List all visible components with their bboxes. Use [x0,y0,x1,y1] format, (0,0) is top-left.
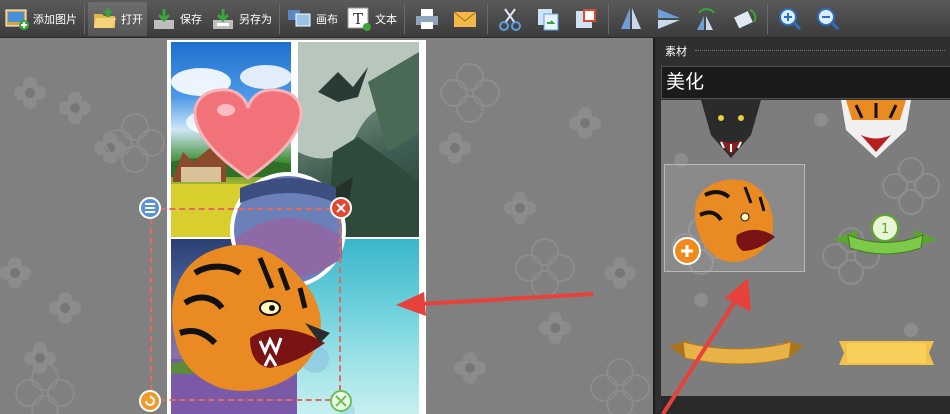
rotate-right-icon [734,8,757,28]
canvas-button[interactable]: 画布 [283,2,342,36]
save-as-icon [213,8,233,29]
save-icon [154,8,174,29]
mail-button[interactable] [446,2,484,36]
print-button[interactable] [408,2,446,36]
zoom-out-icon [817,7,840,30]
materials-panel: 素材 美化 1 [653,38,950,414]
canvas-icon [288,9,311,26]
mail-icon [453,11,477,27]
delete-handle[interactable] [330,197,352,219]
flip-horizontal-button[interactable] [650,2,688,36]
text-icon: T [347,7,371,31]
canvas-label: 画布 [316,12,338,26]
open-button[interactable]: 打开 [88,1,147,36]
tiger-sticker[interactable] [836,100,916,160]
tiger-head-sticker[interactable] [664,164,805,272]
plus-icon [681,245,693,257]
main-toolbar: 添加图片 打开 保存 另存为 画布 T 文本 [0,0,950,38]
flip-vertical-button[interactable] [612,2,650,36]
materials-grid: 1 [661,100,950,396]
svg-text:T: T [353,10,363,28]
paste-icon [576,8,596,28]
resize-handle[interactable] [330,390,352,412]
gold-ribbon-icon [669,340,804,365]
panel-footer [661,396,950,414]
rotate-handle[interactable] [139,390,161,412]
yellow-banner-icon [839,341,934,365]
svg-text:1: 1 [881,222,889,237]
save-label: 保存 [180,12,202,26]
add-image-icon [5,9,29,30]
text-label: 文本 [375,12,397,26]
toolbar-divider [767,3,768,34]
print-icon [416,8,438,29]
layer-menu-handle[interactable] [139,197,161,219]
panel-title: 素材 [665,45,687,58]
number-one-badge-icon: 1 [833,214,938,255]
paste-button[interactable] [567,2,605,36]
rotate-icon [145,395,155,406]
add-material-button[interactable] [673,237,701,265]
rotate-left-icon [697,7,715,30]
toolbar-divider [279,3,280,34]
category-select-value: 美化 [666,71,705,93]
category-select[interactable]: 美化 [661,66,950,99]
flip-horizontal-icon [658,8,680,29]
save-button[interactable]: 保存 [147,2,206,36]
resize-icon [335,395,347,407]
copy-button[interactable] [529,2,567,36]
save-as-button[interactable]: 另存为 [206,2,276,36]
number-one-ribbon[interactable]: 1 [833,190,938,270]
open-folder-icon [94,7,116,28]
rotate-right-button[interactable] [726,2,764,36]
toolbar-divider [487,3,488,34]
wolf-sticker[interactable] [691,100,771,160]
close-icon [336,203,346,213]
add-image-button[interactable]: 添加图片 [0,2,81,36]
toolbar-divider [84,3,85,34]
tiger-icon [841,100,911,158]
add-image-label: 添加图片 [33,12,77,26]
zoom-in-button[interactable] [771,2,809,36]
selection-frame[interactable] [150,208,341,401]
rotate-left-button[interactable] [688,2,726,36]
gold-ribbon[interactable] [669,328,804,368]
toolbar-divider [404,3,405,34]
text-button[interactable]: T 文本 [342,2,401,36]
zoom-in-icon [779,7,802,30]
flip-vertical-icon [621,7,641,29]
open-label: 打开 [121,12,143,26]
save-as-label: 另存为 [239,12,272,26]
panel-divider [695,50,945,52]
yellow-banner[interactable] [839,335,934,371]
copy-icon [538,8,559,30]
zoom-out-button[interactable] [809,2,847,36]
menu-icon [145,203,155,213]
cut-button[interactable] [491,2,529,36]
wolf-icon [701,100,761,158]
cut-icon [499,7,521,31]
editing-canvas[interactable] [0,38,653,414]
toolbar-divider [608,3,609,34]
